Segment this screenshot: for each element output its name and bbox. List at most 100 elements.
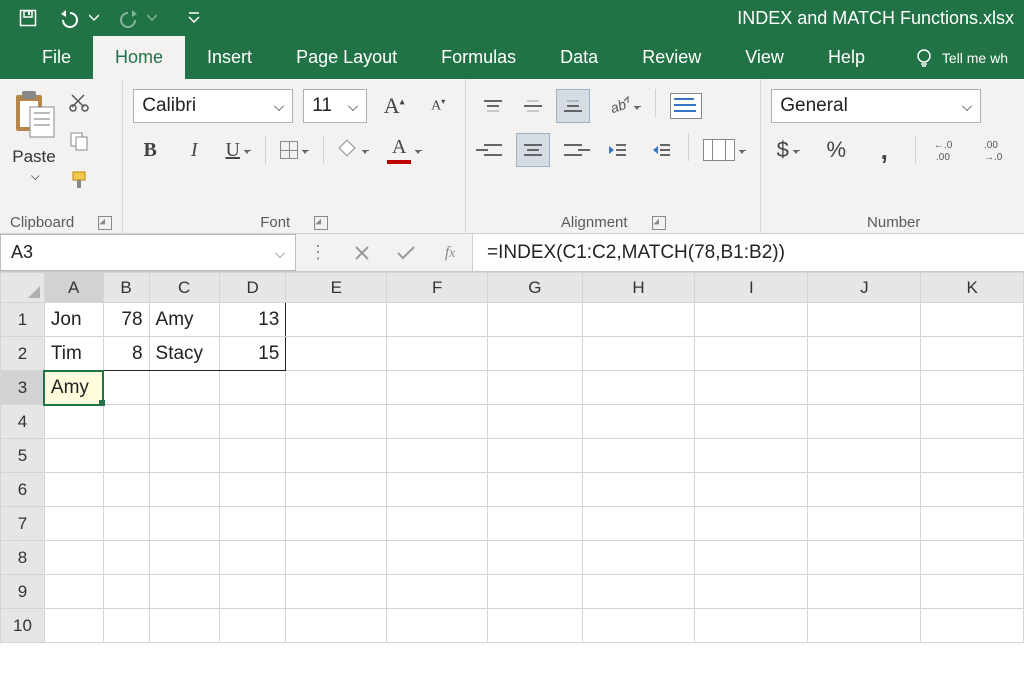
cell-A9[interactable] [44,575,103,609]
cell-B9[interactable] [103,575,149,609]
cell-E3[interactable] [286,371,387,405]
cell-I1[interactable] [695,303,808,337]
cell-H8[interactable] [582,541,695,575]
clipboard-launcher[interactable] [98,216,112,230]
cell-E10[interactable] [286,609,387,643]
col-header-E[interactable]: E [286,273,387,303]
cell-H9[interactable] [582,575,695,609]
cell-B1[interactable]: 78 [103,303,149,337]
cell-G4[interactable] [488,405,582,439]
cell-H6[interactable] [582,473,695,507]
cell-K9[interactable] [921,575,1024,609]
tab-formulas[interactable]: Formulas [419,36,538,79]
cell-A8[interactable] [44,541,103,575]
cell-D5[interactable] [219,439,285,473]
cell-K8[interactable] [921,541,1024,575]
italic-button[interactable]: I [177,133,211,167]
tab-home[interactable]: Home [93,36,185,79]
row-header-4[interactable]: 4 [1,405,45,439]
row-header-9[interactable]: 9 [1,575,45,609]
formula-input[interactable]: =INDEX(C1:C2,MATCH(78,B1:B2)) [472,234,1024,271]
cell-B3[interactable] [103,371,149,405]
cell-H7[interactable] [582,507,695,541]
name-box[interactable]: A3 [0,234,296,271]
cell-I8[interactable] [695,541,808,575]
cell-D2[interactable]: 15 [219,337,285,371]
tab-page-layout[interactable]: Page Layout [274,36,419,79]
cell-F7[interactable] [387,507,488,541]
cell-I7[interactable] [695,507,808,541]
tab-data[interactable]: Data [538,36,620,79]
underline-button[interactable]: U [221,133,255,167]
increase-indent-button[interactable] [644,133,678,167]
save-icon[interactable] [14,4,42,32]
percent-format-button[interactable]: % [819,133,853,167]
paste-button[interactable]: Paste [10,89,58,185]
insert-function-button[interactable]: fx [428,244,472,262]
orientation-button[interactable]: ab [600,89,645,123]
decrease-indent-button[interactable] [600,133,634,167]
merge-center-button[interactable] [699,133,750,167]
cell-K2[interactable] [921,337,1024,371]
alignment-launcher[interactable] [652,216,666,230]
tab-file[interactable]: File [20,36,93,79]
cell-H4[interactable] [582,405,695,439]
align-center-button[interactable] [516,133,550,167]
cell-A3[interactable]: Amy [44,371,103,405]
cell-F8[interactable] [387,541,488,575]
tab-view[interactable]: View [723,36,806,79]
col-header-F[interactable]: F [387,273,488,303]
accounting-format-button[interactable]: $ [771,133,805,167]
format-painter-button[interactable] [68,169,90,194]
tab-help[interactable]: Help [806,36,887,79]
row-header-10[interactable]: 10 [1,609,45,643]
cell-E1[interactable] [286,303,387,337]
font-name-combo[interactable]: Calibri [133,89,293,123]
decrease-font-button[interactable]: A▾ [421,89,455,123]
cell-H3[interactable] [582,371,695,405]
cell-I5[interactable] [695,439,808,473]
tab-insert[interactable]: Insert [185,36,274,79]
cell-G10[interactable] [488,609,582,643]
cell-F1[interactable] [387,303,488,337]
cell-F3[interactable] [387,371,488,405]
comma-format-button[interactable]: , [867,133,901,167]
cell-E8[interactable] [286,541,387,575]
cell-I4[interactable] [695,405,808,439]
align-left-button[interactable] [476,133,510,167]
cell-K3[interactable] [921,371,1024,405]
cell-G2[interactable] [488,337,582,371]
cell-C10[interactable] [149,609,219,643]
cell-J6[interactable] [808,473,921,507]
cell-G3[interactable] [488,371,582,405]
row-header-1[interactable]: 1 [1,303,45,337]
increase-font-button[interactable]: A▴ [377,89,411,123]
cell-K10[interactable] [921,609,1024,643]
align-middle-button[interactable] [516,89,550,123]
cell-H2[interactable] [582,337,695,371]
col-header-J[interactable]: J [808,273,921,303]
align-bottom-button[interactable] [556,89,590,123]
cell-D8[interactable] [219,541,285,575]
cell-A5[interactable] [44,439,103,473]
cell-D1[interactable]: 13 [219,303,285,337]
spreadsheet-grid[interactable]: ABCDEFGHIJK1Jon78Amy132Tim8Stacy153Amy45… [0,272,1024,643]
cell-J8[interactable] [808,541,921,575]
row-header-3[interactable]: 3 [1,371,45,405]
row-header-8[interactable]: 8 [1,541,45,575]
font-color-button[interactable]: A [383,133,426,167]
cell-C2[interactable]: Stacy [149,337,219,371]
cell-J9[interactable] [808,575,921,609]
row-header-2[interactable]: 2 [1,337,45,371]
cell-F2[interactable] [387,337,488,371]
cell-D10[interactable] [219,609,285,643]
cell-A6[interactable] [44,473,103,507]
cell-B2[interactable]: 8 [103,337,149,371]
cell-C5[interactable] [149,439,219,473]
col-header-A[interactable]: A [44,273,103,303]
borders-button[interactable] [276,133,313,167]
cell-J5[interactable] [808,439,921,473]
cell-G5[interactable] [488,439,582,473]
cell-C7[interactable] [149,507,219,541]
cell-E7[interactable] [286,507,387,541]
